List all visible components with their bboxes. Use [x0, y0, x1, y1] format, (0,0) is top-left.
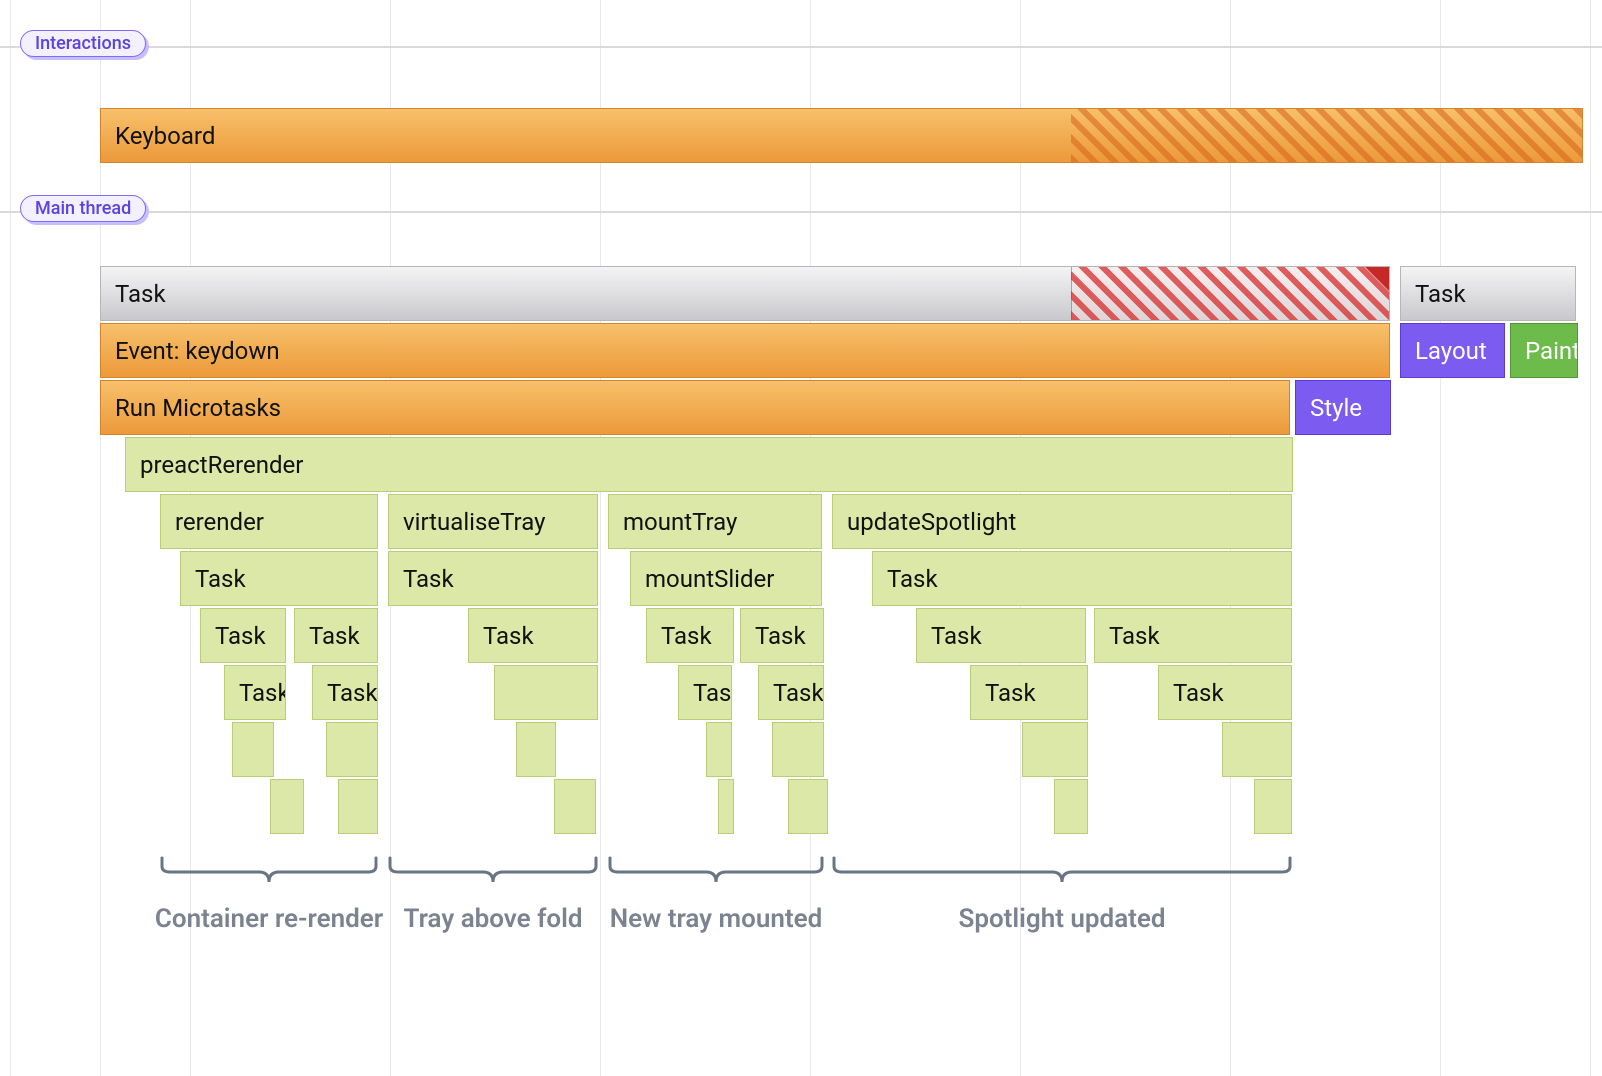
flame-bar-label: Task: [773, 679, 824, 707]
annotation-brace-icon: [608, 856, 824, 886]
flame-bar[interactable]: [516, 722, 556, 777]
annotation-brace-icon: [832, 856, 1292, 886]
flame-bar-label: Task: [115, 280, 166, 308]
flame-bar-label: Paint: [1525, 337, 1578, 365]
flame-bar-label: Task: [661, 622, 712, 650]
flame-bar[interactable]: [718, 779, 734, 834]
flame-bar-task[interactable]: Task: [294, 608, 378, 663]
flame-bar-label: Run Microtasks: [115, 394, 281, 422]
flame-bar-label: Task: [693, 679, 732, 707]
flame-bar[interactable]: [706, 722, 732, 777]
flame-bar-preactrerender[interactable]: preactRerender: [125, 437, 1293, 492]
flame-bar-label: Task: [403, 565, 454, 593]
flame-bar-task[interactable]: Task: [180, 551, 378, 606]
flame-bar-label: Task: [985, 679, 1036, 707]
performance-timeline-frame: Interactions Main thread Keyboard Task Task E…: [0, 0, 1602, 1076]
flame-bar-run-microtasks[interactable]: Run Microtasks: [100, 380, 1290, 435]
flame-bar-label: mountTray: [623, 508, 737, 536]
flame-bar-label: Task: [215, 622, 266, 650]
flame-bar-style[interactable]: Style: [1295, 380, 1391, 435]
flame-bar-label: Task: [1173, 679, 1224, 707]
flame-bar-label: Task: [195, 565, 246, 593]
flame-bar-task[interactable]: Task: [646, 608, 734, 663]
flame-bar-layout[interactable]: Layout: [1400, 323, 1505, 378]
flame-bar-mounttray[interactable]: mountTray: [608, 494, 822, 549]
section-divider-main_thread: [0, 211, 1602, 213]
flame-bar-task[interactable]: Task: [678, 665, 732, 720]
flame-bar-label: Task: [239, 679, 286, 707]
flame-bar-label: Task: [1415, 280, 1466, 308]
flame-bar-task[interactable]: Task: [758, 665, 824, 720]
flame-bar-mountslider[interactable]: mountSlider: [630, 551, 822, 606]
flame-bar-keyboard[interactable]: Keyboard: [100, 108, 1583, 163]
flame-bar-event-keydown[interactable]: Event: keydown: [100, 323, 1390, 378]
flame-bar-task[interactable]: Task: [224, 665, 286, 720]
gridline: [1590, 0, 1591, 1076]
flame-bar-task[interactable]: Task: [1094, 608, 1292, 663]
flame-bar-task[interactable]: Task: [970, 665, 1088, 720]
gridline: [10, 0, 11, 1076]
flame-bar-label: Keyboard: [115, 122, 215, 150]
flame-bar-task[interactable]: Task: [872, 551, 1292, 606]
flame-bar[interactable]: [1054, 779, 1088, 834]
hatch-long-task-icon: [1071, 267, 1389, 320]
flame-bar-label: Task: [887, 565, 938, 593]
flame-bar-virtualisetray[interactable]: virtualiseTray: [388, 494, 598, 549]
flame-bar[interactable]: [338, 779, 378, 834]
section-pill-label: Main thread: [35, 198, 131, 219]
flame-bar[interactable]: [232, 722, 274, 777]
flame-bar-label: Task: [483, 622, 534, 650]
flame-bar-task[interactable]: Task: [916, 608, 1086, 663]
section-divider-interactions: [0, 46, 1602, 48]
section-pill-interactions[interactable]: Interactions: [20, 30, 146, 57]
flame-bar-label: Style: [1310, 394, 1362, 422]
flame-bar-task[interactable]: Task: [100, 266, 1390, 321]
flame-bar-task[interactable]: Task: [388, 551, 598, 606]
section-pill-label: Interactions: [35, 33, 131, 54]
flame-bar-label: updateSpotlight: [847, 508, 1016, 536]
flame-bar[interactable]: [1022, 722, 1088, 777]
flame-bar[interactable]: [1222, 722, 1292, 777]
flame-bar-rerender[interactable]: rerender: [160, 494, 378, 549]
section-pill-main_thread[interactable]: Main thread: [20, 195, 146, 222]
flame-bar-task[interactable]: Task: [468, 608, 598, 663]
flame-bar-paint[interactable]: Paint: [1510, 323, 1578, 378]
flame-bar-label: Task: [931, 622, 982, 650]
flame-bar[interactable]: [554, 779, 596, 834]
flame-bar[interactable]: [1254, 779, 1292, 834]
flame-bar-label: Task: [309, 622, 360, 650]
flame-bar-label: preactRerender: [140, 451, 303, 479]
long-task-triangle-icon: [1365, 267, 1389, 291]
flame-bar-task[interactable]: Task: [740, 608, 824, 663]
flame-bar-label: virtualiseTray: [403, 508, 545, 536]
annotation-brace-icon: [160, 856, 378, 886]
flame-bar-label: Layout: [1415, 337, 1487, 365]
flame-bar-label: Task: [1109, 622, 1160, 650]
flame-bar[interactable]: [772, 722, 824, 777]
flame-bar-task[interactable]: Task: [1400, 266, 1576, 321]
flame-bar-task[interactable]: Task: [312, 665, 378, 720]
flame-bar-task[interactable]: Task: [1158, 665, 1292, 720]
flame-bar-label: Task: [327, 679, 378, 707]
flame-bar-label: rerender: [175, 508, 264, 536]
hatch-long-frame-icon: [1071, 109, 1582, 162]
flame-bar[interactable]: [494, 665, 598, 720]
flame-bar-updatespotlight[interactable]: updateSpotlight: [832, 494, 1292, 549]
flame-bar[interactable]: [326, 722, 378, 777]
flame-bar[interactable]: [788, 779, 828, 834]
annotation-label: Spotlight updated: [802, 904, 1322, 934]
flame-bar[interactable]: [270, 779, 304, 834]
flame-bar-label: Task: [755, 622, 806, 650]
flame-bar-label: mountSlider: [645, 565, 774, 593]
flame-bar-task[interactable]: Task: [200, 608, 286, 663]
annotation-brace-icon: [388, 856, 598, 886]
flame-bar-label: Event: keydown: [115, 337, 280, 365]
